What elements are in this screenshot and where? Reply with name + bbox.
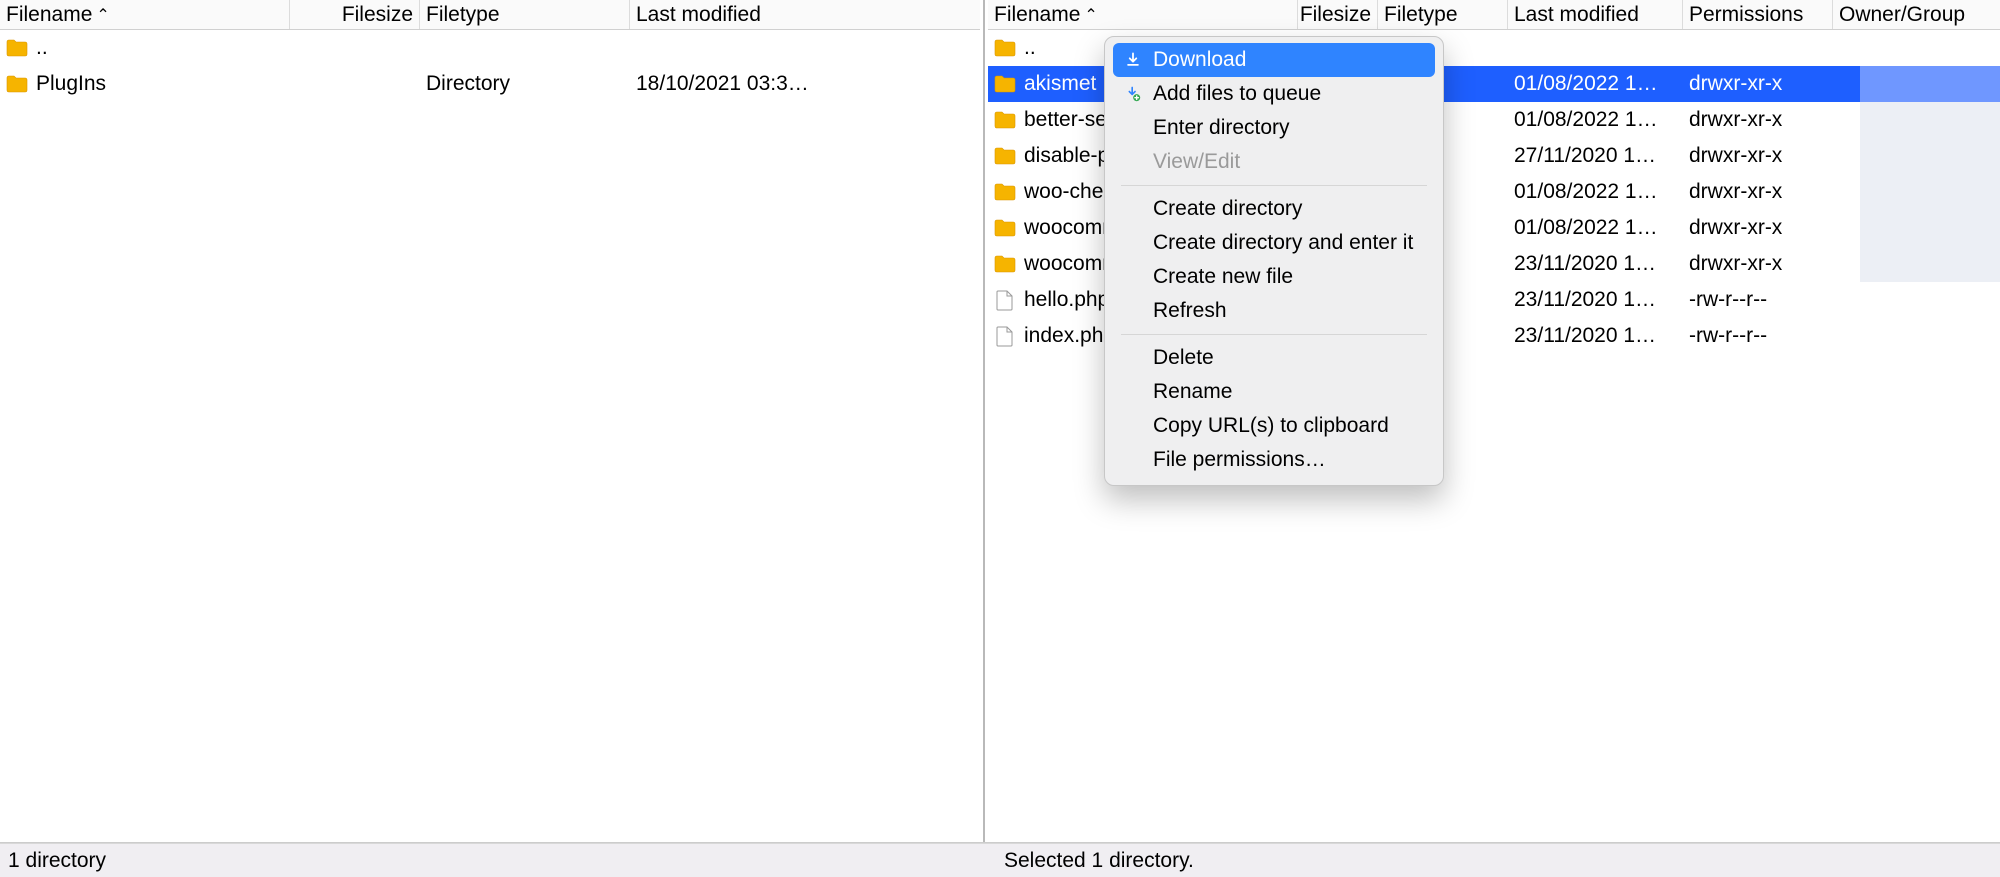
- folder-icon: [6, 37, 28, 59]
- col-filename[interactable]: Filename ⌃: [988, 0, 1298, 29]
- file-permissions: drwxr-xr-x: [1683, 138, 1833, 174]
- sort-asc-icon: ⌃: [96, 5, 109, 25]
- add-queue-icon: [1123, 85, 1143, 103]
- file-owner: [1833, 282, 2000, 318]
- file-modified: 18/10/2021 03:3…: [630, 66, 980, 102]
- col-permissions[interactable]: Permissions: [1683, 0, 1833, 29]
- file-modified: 23/11/2020 1…: [1508, 318, 1683, 354]
- menu-enter-directory[interactable]: Enter directory: [1105, 111, 1443, 145]
- col-filetype[interactable]: Filetype: [420, 0, 630, 29]
- menu-delete[interactable]: Delete: [1105, 341, 1443, 375]
- file-permissions: [1683, 30, 1833, 66]
- file-name: woo-chec: [1024, 180, 1114, 204]
- file-size: [290, 66, 420, 102]
- file-modified: 23/11/2020 1…: [1508, 282, 1683, 318]
- file-size: [290, 30, 420, 66]
- file-permissions: drwxr-xr-x: [1683, 246, 1833, 282]
- local-status: 1 directory: [0, 844, 980, 877]
- file-owner: [1833, 30, 2000, 66]
- file-modified: 01/08/2022 1…: [1508, 174, 1683, 210]
- file-owner: [1833, 174, 2000, 210]
- folder-icon: [994, 217, 1016, 239]
- file-name: hello.php: [1024, 288, 1109, 312]
- file-permissions: drwxr-xr-x: [1683, 102, 1833, 138]
- folder-icon: [994, 37, 1016, 59]
- file-owner: [1833, 318, 2000, 354]
- menu-separator: [1121, 334, 1427, 335]
- status-bar: 1 directory Selected 1 directory.: [0, 843, 2000, 877]
- col-filetype[interactable]: Filetype: [1378, 0, 1508, 29]
- local-rows[interactable]: .. PlugIns Directory 18/10/2021 03:3…: [0, 30, 980, 842]
- file-name: PlugIns: [36, 72, 106, 96]
- list-item[interactable]: PlugIns Directory 18/10/2021 03:3…: [0, 66, 980, 102]
- folder-icon: [994, 73, 1016, 95]
- remote-header: Filename ⌃ Filesize Filetype Last modifi…: [988, 0, 2000, 30]
- file-owner: [1833, 66, 2000, 102]
- file-owner: [1833, 102, 2000, 138]
- remote-pane: Filename ⌃ Filesize Filetype Last modifi…: [988, 0, 2000, 842]
- file-permissions: -rw-r--r--: [1683, 282, 1833, 318]
- pane-splitter[interactable]: [980, 0, 988, 842]
- file-icon: [994, 325, 1016, 347]
- file-modified: 27/11/2020 1…: [1508, 138, 1683, 174]
- col-filename-label: Filename: [6, 3, 92, 27]
- file-name: woocomn: [1024, 216, 1114, 240]
- folder-icon: [994, 181, 1016, 203]
- col-filesize[interactable]: Filesize: [1298, 0, 1378, 29]
- sort-asc-icon: ⌃: [1084, 5, 1097, 25]
- col-filesize[interactable]: Filesize: [290, 0, 420, 29]
- file-name: woocomn: [1024, 252, 1114, 276]
- menu-download[interactable]: Download: [1113, 43, 1435, 77]
- file-type: Directory: [420, 66, 630, 102]
- col-filename[interactable]: Filename ⌃: [0, 0, 290, 29]
- file-modified: 01/08/2022 1…: [1508, 210, 1683, 246]
- menu-create-file[interactable]: Create new file: [1105, 260, 1443, 294]
- menu-rename[interactable]: Rename: [1105, 375, 1443, 409]
- menu-refresh[interactable]: Refresh: [1105, 294, 1443, 328]
- file-owner: [1833, 246, 2000, 282]
- file-name: index.php: [1024, 324, 1115, 348]
- folder-icon: [994, 145, 1016, 167]
- folder-icon: [994, 253, 1016, 275]
- file-permissions: drwxr-xr-x: [1683, 210, 1833, 246]
- menu-file-permissions[interactable]: File permissions…: [1105, 443, 1443, 477]
- file-modified: [630, 30, 980, 66]
- file-name: ..: [36, 36, 48, 60]
- file-permissions: drwxr-xr-x: [1683, 66, 1833, 102]
- file-type: [420, 30, 630, 66]
- file-name: ..: [1024, 36, 1036, 60]
- col-filename-label: Filename: [994, 3, 1080, 27]
- file-modified: 01/08/2022 1…: [1508, 102, 1683, 138]
- file-permissions: -rw-r--r--: [1683, 318, 1833, 354]
- file-icon: [994, 289, 1016, 311]
- context-menu: Download Add files to queue Enter direct…: [1104, 36, 1444, 486]
- file-name: disable-p: [1024, 144, 1109, 168]
- col-owner[interactable]: Owner/Group: [1833, 0, 2000, 29]
- file-modified: 23/11/2020 1…: [1508, 246, 1683, 282]
- file-owner: [1833, 210, 2000, 246]
- download-icon: [1123, 51, 1143, 69]
- remote-status: Selected 1 directory.: [996, 844, 2000, 877]
- menu-copy-urls[interactable]: Copy URL(s) to clipboard: [1105, 409, 1443, 443]
- local-header: Filename ⌃ Filesize Filetype Last modifi…: [0, 0, 980, 30]
- menu-separator: [1121, 185, 1427, 186]
- menu-view-edit: View/Edit: [1105, 145, 1443, 179]
- menu-add-queue[interactable]: Add files to queue: [1105, 77, 1443, 111]
- file-permissions: drwxr-xr-x: [1683, 174, 1833, 210]
- menu-create-directory[interactable]: Create directory: [1105, 192, 1443, 226]
- local-pane: Filename ⌃ Filesize Filetype Last modifi…: [0, 0, 980, 842]
- folder-icon: [994, 109, 1016, 131]
- col-modified[interactable]: Last modified: [630, 0, 980, 29]
- col-modified[interactable]: Last modified: [1508, 0, 1683, 29]
- file-modified: [1508, 30, 1683, 66]
- menu-create-directory-enter[interactable]: Create directory and enter it: [1105, 226, 1443, 260]
- file-name: better-se: [1024, 108, 1107, 132]
- file-modified: 01/08/2022 1…: [1508, 66, 1683, 102]
- file-name: akismet: [1024, 72, 1096, 96]
- file-owner: [1833, 138, 2000, 174]
- folder-icon: [6, 73, 28, 95]
- list-item[interactable]: ..: [0, 30, 980, 66]
